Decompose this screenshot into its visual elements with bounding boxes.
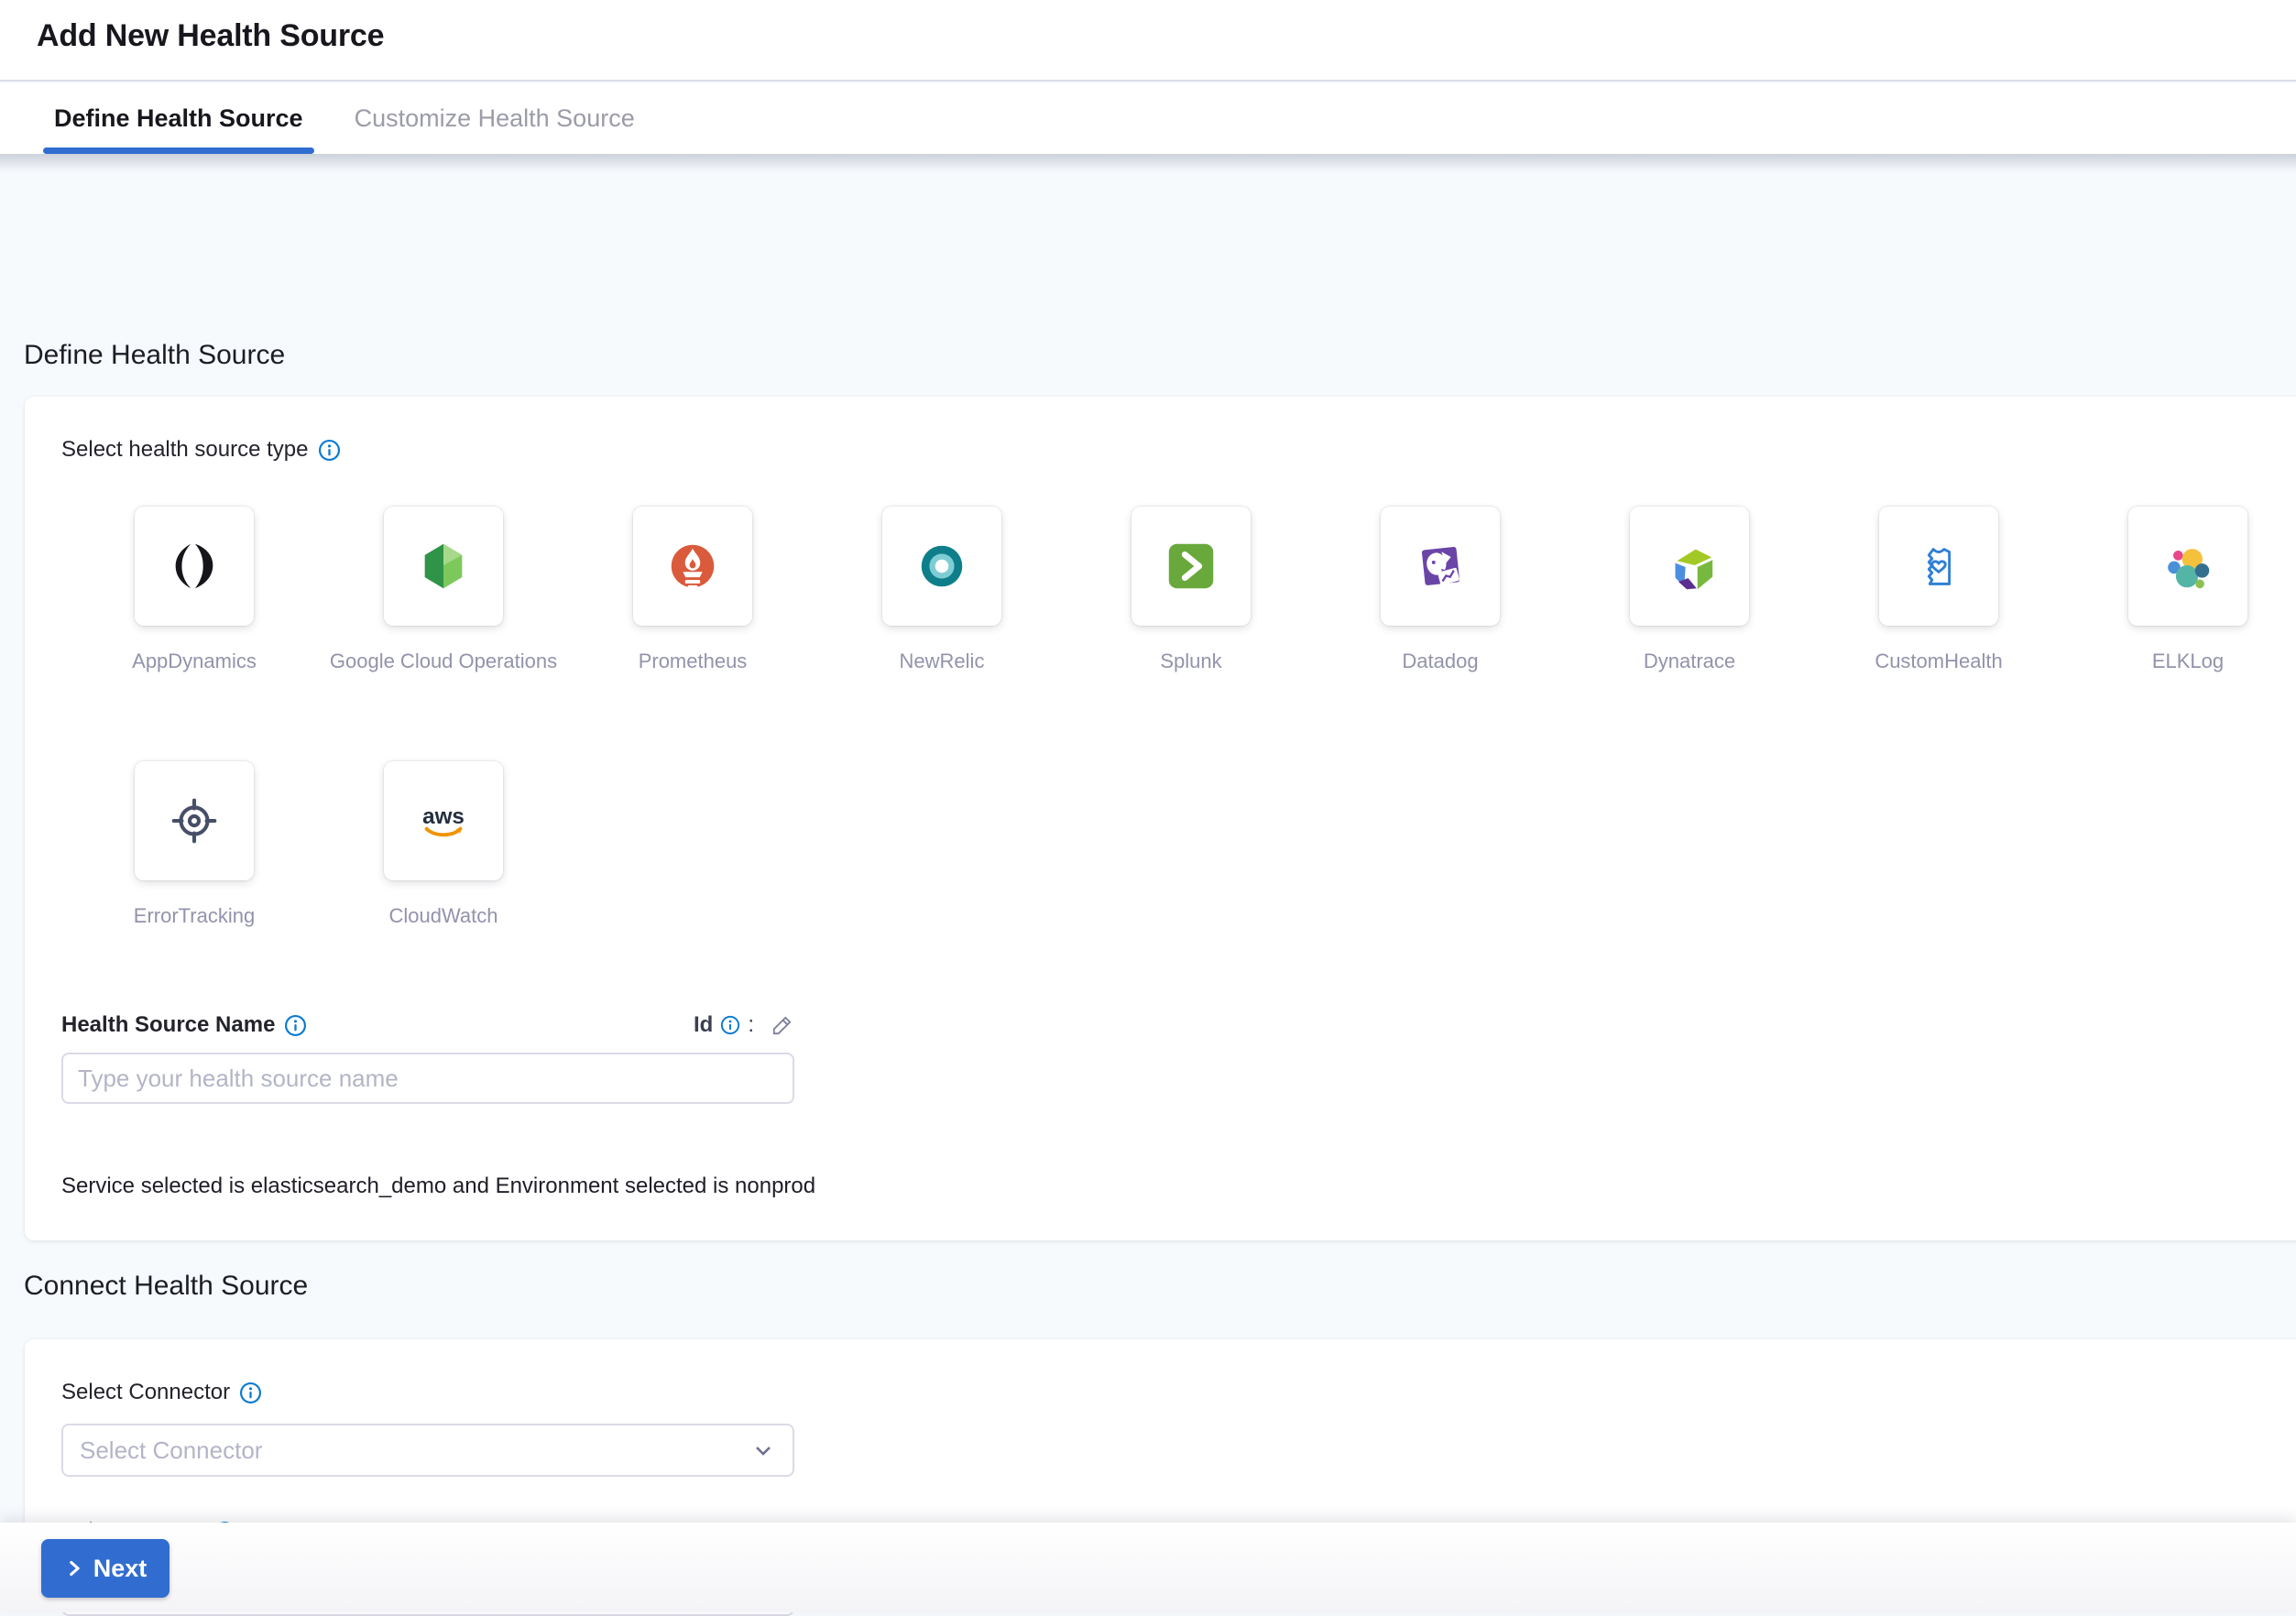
- info-icon[interactable]: [720, 1015, 740, 1035]
- source-type-customhealth[interactable]: CustomHealth: [1879, 507, 1998, 673]
- errortracking-icon: [135, 761, 254, 880]
- source-type-grid-row1: AppDynamics Google Cloud Operations: [135, 507, 2296, 673]
- service-environment-note: Service selected is elasticsearch_demo a…: [61, 1174, 2296, 1199]
- source-type-newrelic[interactable]: NewRelic: [882, 507, 1001, 673]
- source-type-dynatrace[interactable]: Dynatrace: [1630, 507, 1749, 673]
- tab-bar: Define Health Source Customize Health So…: [0, 83, 2296, 154]
- dynatrace-icon: [1630, 507, 1749, 626]
- source-type-errortracking[interactable]: ErrorTracking: [135, 761, 254, 928]
- connect-section-heading: Connect Health Source: [24, 1271, 308, 1302]
- source-type-prometheus[interactable]: Prometheus: [633, 507, 752, 673]
- name-id-row: Health Source Name Id :: [61, 1012, 794, 1038]
- source-type-appdynamics[interactable]: AppDynamics: [135, 507, 254, 673]
- health-source-name-input[interactable]: [61, 1053, 794, 1104]
- id-separator: :: [748, 1012, 754, 1038]
- datadog-icon: [1381, 507, 1500, 626]
- add-health-source-page: Add New Health Source Define Health Sour…: [0, 0, 2296, 1612]
- chevron-right-icon: [64, 1558, 84, 1578]
- source-type-grid-row2: ErrorTracking aws CloudWatch: [135, 761, 2296, 928]
- source-type-google-cloud-operations[interactable]: Google Cloud Operations: [384, 507, 503, 673]
- newrelic-icon: [882, 507, 1001, 626]
- tab-customize-health-source[interactable]: Customize Health Source: [351, 83, 639, 154]
- google-cloud-operations-icon: [384, 507, 503, 626]
- cloudwatch-icon: aws: [384, 761, 503, 880]
- health-source-name-label: Health Source Name: [61, 1012, 275, 1038]
- connector-select[interactable]: Select Connector: [61, 1424, 794, 1477]
- splunk-icon: [1132, 507, 1251, 626]
- define-health-source-card: Select health source type AppDynamics: [25, 397, 2296, 1240]
- main-content: Define Health Source Select health sourc…: [0, 154, 2296, 1612]
- next-button-label: Next: [93, 1555, 148, 1583]
- page-header: Add New Health Source: [0, 0, 2296, 82]
- select-type-label: Select health source type: [61, 437, 309, 463]
- source-type-datadog[interactable]: Datadog: [1381, 507, 1500, 673]
- info-icon[interactable]: [284, 1014, 307, 1037]
- select-connector-label: Select Connector: [61, 1380, 230, 1405]
- next-button[interactable]: Next: [41, 1539, 169, 1598]
- customhealth-icon: [1879, 507, 1998, 626]
- define-section-heading: Define Health Source: [24, 340, 285, 371]
- footer-bar: Next: [0, 1523, 2296, 1612]
- chevron-down-icon: [750, 1437, 776, 1463]
- prometheus-icon: [633, 507, 752, 626]
- source-type-cloudwatch[interactable]: aws CloudWatch: [384, 761, 503, 928]
- elklog-icon: [2128, 507, 2247, 626]
- page-title: Add New Health Source: [37, 18, 384, 54]
- connector-select-placeholder: Select Connector: [80, 1436, 262, 1465]
- info-icon[interactable]: [318, 439, 341, 462]
- source-type-elklog[interactable]: ELKLog: [2128, 507, 2247, 673]
- svg-text:aws: aws: [422, 804, 465, 829]
- source-type-splunk[interactable]: Splunk: [1132, 507, 1251, 673]
- info-icon[interactable]: [239, 1381, 262, 1404]
- connect-health-source-card: Select Connector Select Connector Select…: [25, 1339, 2296, 1532]
- tab-define-health-source[interactable]: Define Health Source: [50, 83, 307, 154]
- id-label: Id: [694, 1012, 713, 1038]
- edit-id-pencil-icon[interactable]: [771, 1013, 794, 1037]
- appdynamics-icon: [135, 507, 254, 626]
